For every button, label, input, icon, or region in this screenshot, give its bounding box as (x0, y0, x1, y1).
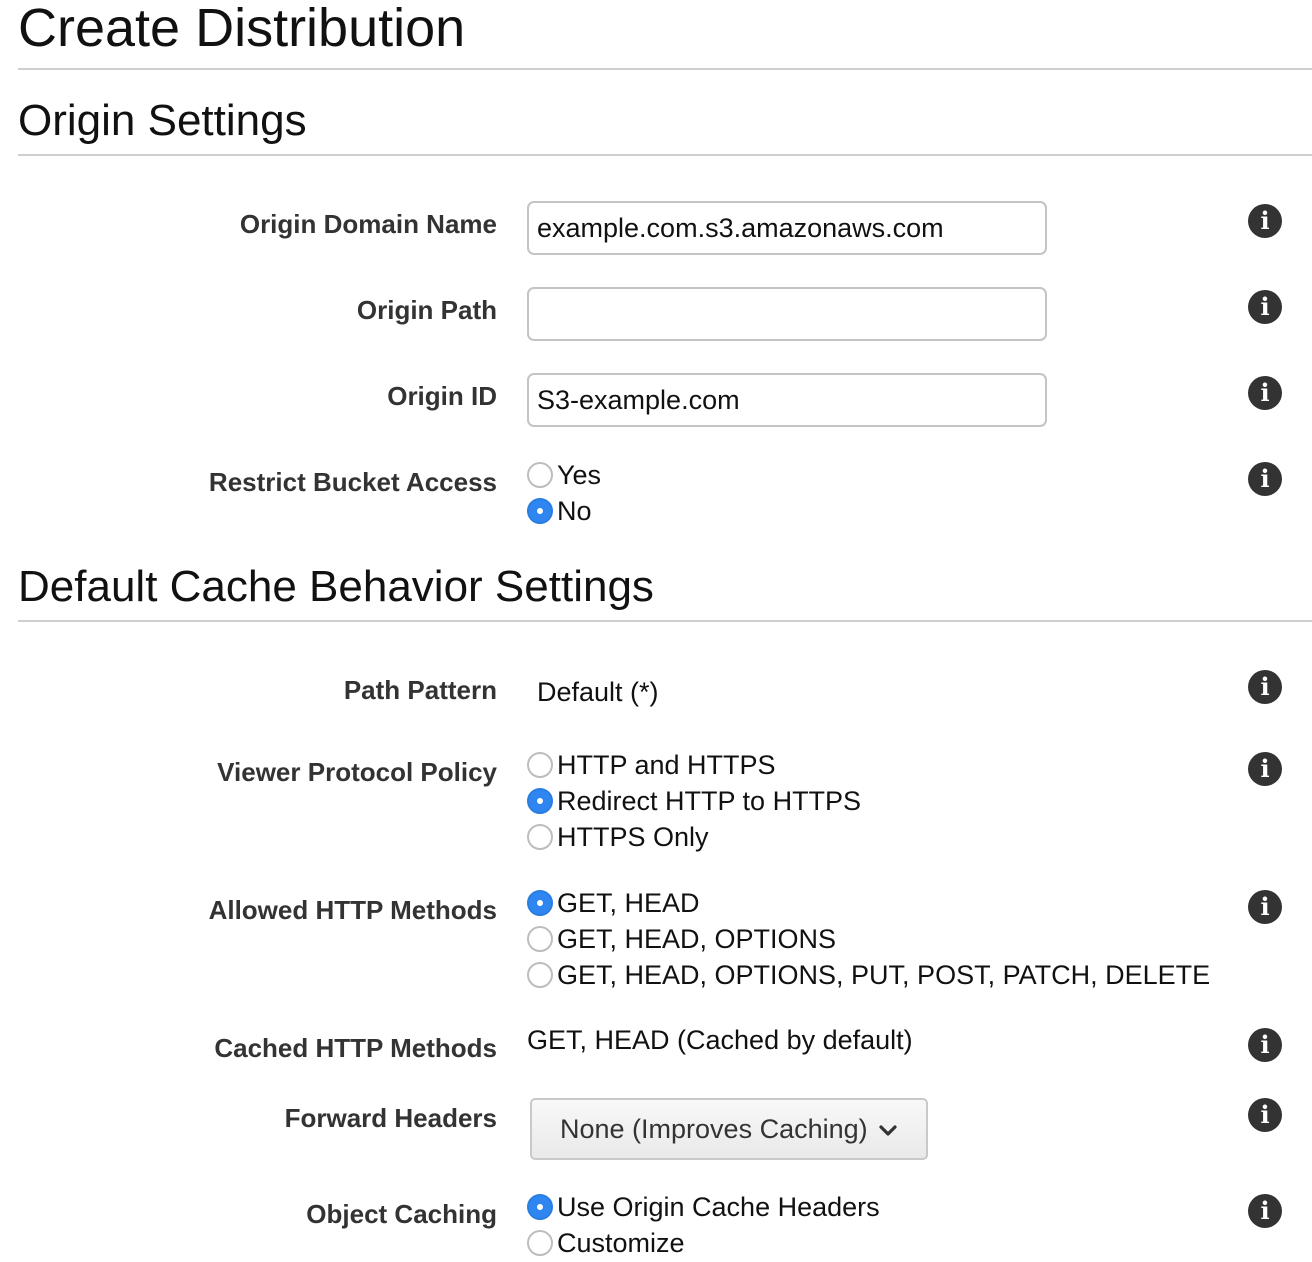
allowed-methods-all[interactable]: GET, HEAD, OPTIONS, PUT, POST, PATCH, DE… (527, 957, 1210, 993)
origin-domain-name-label: Origin Domain Name (239, 209, 497, 239)
radio-label: GET, HEAD, OPTIONS, PUT, POST, PATCH, DE… (557, 959, 1211, 990)
allowed-methods-get-head[interactable]: GET, HEAD (527, 885, 700, 921)
forward-headers-label: Forward Headers (284, 1103, 497, 1133)
radio-button[interactable] (527, 752, 553, 778)
viewer-protocol-http-and-https[interactable]: HTTP and HTTPS (527, 747, 776, 783)
viewer-protocol-redirect-to-https[interactable]: Redirect HTTP to HTTPS (527, 783, 861, 819)
radio-label: No (557, 495, 592, 526)
info-icon[interactable]: i (1248, 752, 1282, 786)
path-pattern-value: Default (*) (537, 677, 659, 707)
chevron-down-icon (878, 1114, 898, 1145)
forward-headers-select[interactable]: None (Improves Caching) (530, 1098, 928, 1160)
origin-settings-divider (18, 154, 1312, 156)
radio-label: HTTPS Only (557, 821, 709, 852)
path-pattern-label: Path Pattern (343, 675, 497, 705)
radio-button[interactable] (527, 824, 553, 850)
radio-button[interactable] (527, 462, 553, 488)
radio-label: Yes (557, 459, 602, 490)
radio-button-selected[interactable] (527, 788, 553, 814)
radio-button[interactable] (527, 1230, 553, 1256)
origin-settings-heading: Origin Settings (18, 96, 307, 145)
info-icon[interactable]: i (1248, 1098, 1282, 1132)
radio-button[interactable] (527, 962, 553, 988)
info-icon[interactable]: i (1248, 204, 1282, 238)
info-icon[interactable]: i (1248, 462, 1282, 496)
radio-label: Use Origin Cache Headers (557, 1191, 880, 1222)
radio-button-selected[interactable] (527, 1194, 553, 1220)
viewer-protocol-https-only[interactable]: HTTPS Only (527, 819, 709, 855)
object-caching-label: Object Caching (306, 1199, 497, 1229)
info-icon[interactable]: i (1248, 670, 1282, 704)
info-icon[interactable]: i (1248, 376, 1282, 410)
allowed-http-methods-label: Allowed HTTP Methods (208, 895, 497, 925)
cache-behavior-divider (18, 620, 1312, 622)
radio-label: HTTP and HTTPS (557, 749, 776, 780)
origin-domain-name-input[interactable] (527, 201, 1047, 255)
origin-id-input[interactable] (527, 373, 1047, 427)
object-caching-customize[interactable]: Customize (527, 1225, 685, 1261)
origin-path-input[interactable] (527, 287, 1047, 341)
title-divider (18, 68, 1312, 70)
radio-button[interactable] (527, 926, 553, 952)
allowed-methods-get-head-options[interactable]: GET, HEAD, OPTIONS (527, 921, 836, 957)
forward-headers-selected-value: None (Improves Caching) (560, 1113, 868, 1144)
restrict-bucket-access-yes[interactable]: Yes (527, 457, 601, 493)
object-caching-use-origin-headers[interactable]: Use Origin Cache Headers (527, 1189, 880, 1225)
restrict-bucket-access-no[interactable]: No (527, 493, 592, 529)
radio-button-selected[interactable] (527, 890, 553, 916)
origin-path-label: Origin Path (356, 295, 497, 325)
info-icon[interactable]: i (1248, 290, 1282, 324)
radio-label: Customize (557, 1227, 685, 1258)
restrict-bucket-access-label: Restrict Bucket Access (208, 467, 497, 497)
radio-button-selected[interactable] (527, 498, 553, 524)
radio-label: Redirect HTTP to HTTPS (557, 785, 862, 816)
cached-http-methods-label: Cached HTTP Methods (214, 1033, 497, 1063)
page-title: Create Distribution (18, 0, 466, 58)
cache-behavior-heading: Default Cache Behavior Settings (18, 562, 654, 611)
origin-id-label: Origin ID (387, 381, 497, 411)
info-icon[interactable]: i (1248, 1194, 1282, 1228)
radio-label: GET, HEAD (557, 887, 700, 918)
info-icon[interactable]: i (1248, 1028, 1282, 1062)
cached-http-methods-value: GET, HEAD (Cached by default) (527, 1025, 913, 1055)
radio-label: GET, HEAD, OPTIONS (557, 923, 837, 954)
viewer-protocol-policy-label: Viewer Protocol Policy (217, 757, 497, 787)
info-icon[interactable]: i (1248, 890, 1282, 924)
